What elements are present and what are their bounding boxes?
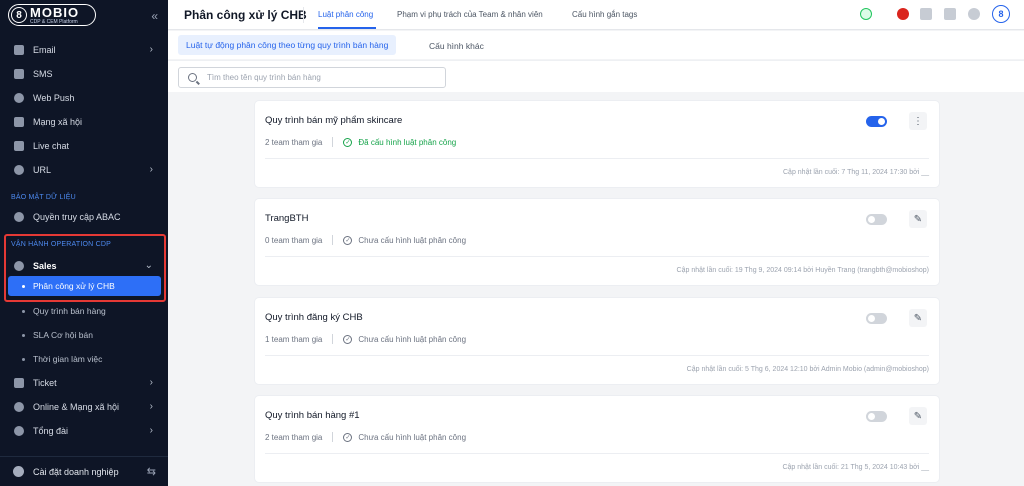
sidebar-subitem-assignment[interactable]: Phân công xử lý CHB (8, 276, 161, 296)
section-operation: VẬN HÀNH OPERATION CDP (11, 241, 111, 248)
search-input[interactable] (207, 73, 437, 82)
logo-mark-icon: 8 (11, 7, 27, 23)
check-circle-icon: ✓ (343, 334, 353, 344)
top-header: Phân công xử lý CHB Luật phân công Phạm … (168, 0, 1024, 30)
last-updated: Cập nhật lần cuối: 5 Thg 6, 2024 12:10 b… (686, 366, 929, 373)
tab-assignment-rules[interactable]: Luật phân công (318, 10, 373, 19)
notification-bell-icon[interactable] (968, 8, 980, 20)
sub-tabs: Luật tự động phân công theo từng quy trì… (168, 31, 1024, 59)
tab-team-scope[interactable]: Phạm vi phụ trách của Team & nhân viên (397, 10, 543, 19)
last-updated: Cập nhật lần cuối: 19 Thg 9, 2024 09:14 … (676, 267, 929, 274)
card-title: Quy trình bán mỹ phẩm skincare (265, 115, 403, 126)
chevron-right-icon: › (149, 44, 153, 55)
sidebar-item-web-push[interactable]: Web Push (0, 87, 168, 109)
sidebar-item-live-chat[interactable]: Live chat (0, 135, 168, 157)
config-status: Chưa cấu hình luật phân công (358, 432, 467, 442)
collapse-sidebar-icon[interactable]: « (151, 9, 158, 23)
sidebar-subitem-sales-process[interactable]: Quy trình bán hàng (0, 301, 168, 321)
avatar[interactable]: 8 (992, 5, 1010, 23)
config-status: Đã cấu hình luật phân công (358, 137, 457, 147)
sidebar-item-online-social[interactable]: Online & Mạng xã hội › (0, 396, 168, 418)
link-icon (14, 165, 24, 175)
edit-icon[interactable]: ✎ (909, 309, 927, 327)
edit-icon[interactable]: ✎ (909, 407, 927, 425)
enable-toggle[interactable] (866, 116, 887, 127)
ticket-icon (14, 378, 24, 388)
check-circle-icon: ✓ (343, 235, 353, 245)
team-count: 2 team tham gia (265, 137, 323, 147)
help-icon[interactable] (944, 8, 956, 20)
shield-icon (14, 212, 24, 222)
sidebar-item-sms[interactable]: SMS (0, 63, 168, 85)
tab-tag-config[interactable]: Cấu hình gắn tags (572, 10, 637, 19)
search-area (168, 60, 1024, 92)
globe-icon (14, 402, 24, 412)
config-status: Chưa cấu hình luật phân công (358, 235, 467, 245)
enable-toggle[interactable] (866, 313, 887, 324)
bell-icon (14, 93, 24, 103)
last-updated: Cập nhật lần cuối: 7 Thg 11, 2024 17:30 … (783, 169, 929, 176)
team-count: 0 team tham gia (265, 235, 323, 245)
section-security: BẢO MẬT DỮ LIỆU (11, 194, 76, 201)
megaphone-icon (14, 117, 24, 127)
sales-icon (14, 261, 24, 271)
team-count: 1 team tham gia (265, 334, 323, 344)
logo-text: MOBIO (30, 4, 80, 20)
enable-toggle[interactable] (866, 411, 887, 422)
sidebar-item-sales[interactable]: Sales ⌄ (0, 255, 168, 277)
chevron-right-icon: › (149, 401, 153, 412)
edit-icon[interactable]: ✎ (909, 210, 927, 228)
team-count: 2 team tham gia (265, 432, 323, 442)
switch-icon[interactable]: ⇆ (147, 465, 156, 478)
sidebar: 8 MOBIO CDP & CEM Platform « Email › SMS… (0, 0, 168, 486)
chat-icon (14, 141, 24, 151)
search-box[interactable] (178, 67, 446, 88)
sidebar-subitem-sla[interactable]: SLA Cơ hội bán (0, 325, 168, 345)
sms-icon (14, 69, 24, 79)
gear-icon (13, 466, 24, 477)
process-card: TrangBTH 0 team tham gia ✓ Chưa cấu hình… (255, 199, 939, 285)
check-circle-icon: ✓ (343, 432, 353, 442)
logo: 8 MOBIO CDP & CEM Platform « (0, 0, 168, 30)
phone-icon (14, 426, 24, 436)
sidebar-footer-settings[interactable]: Cài đặt doanh nghiệp ⇆ (0, 456, 168, 486)
page-title: Phân công xử lý CHB (184, 8, 307, 22)
chevron-down-icon: ⌄ (144, 260, 153, 271)
chevron-right-icon: › (149, 425, 153, 436)
subtab-other-config[interactable]: Cấu hình khác (429, 41, 484, 51)
sidebar-item-call-center[interactable]: Tổng đài › (0, 420, 168, 442)
check-circle-icon: ✓ (343, 137, 353, 147)
last-updated: Cập nhật lần cuối: 21 Thg 5, 2024 10:43 … (782, 464, 929, 471)
more-icon[interactable]: ⋮ (909, 112, 927, 130)
sidebar-item-email[interactable]: Email › (0, 39, 168, 61)
card-title: Quy trình bán hàng #1 (265, 410, 360, 421)
process-card: Quy trình đăng ký CHB 1 team tham gia ✓ … (255, 298, 939, 384)
email-icon (14, 45, 24, 55)
logo-subtitle: CDP & CEM Platform (30, 18, 78, 25)
status-icon[interactable] (860, 8, 872, 20)
enable-toggle[interactable] (866, 214, 887, 225)
sidebar-item-ticket[interactable]: Ticket › (0, 372, 168, 394)
sidebar-item-social[interactable]: Mạng xã hội (0, 111, 168, 133)
sidebar-subitem-working-time[interactable]: Thời gian làm việc (0, 349, 168, 369)
sidebar-item-url[interactable]: URL › (0, 159, 168, 181)
process-card: Quy trình bán mỹ phẩm skincare 2 team th… (255, 101, 939, 187)
chevron-right-icon: › (149, 164, 153, 175)
config-status: Chưa cấu hình luật phân công (358, 334, 467, 344)
card-title: Quy trình đăng ký CHB (265, 312, 363, 323)
sidebar-item-abac[interactable]: Quyền truy cập ABAC (0, 206, 168, 228)
book-icon[interactable] (920, 8, 932, 20)
card-title: TrangBTH (265, 213, 309, 224)
vietnam-flag-icon[interactable] (897, 8, 909, 20)
chevron-right-icon: › (149, 377, 153, 388)
subtab-auto-assign[interactable]: Luật tự động phân công theo từng quy trì… (178, 35, 397, 55)
process-card: Quy trình bán hàng #1 2 team tham gia ✓ … (255, 396, 939, 482)
search-icon (188, 73, 197, 82)
